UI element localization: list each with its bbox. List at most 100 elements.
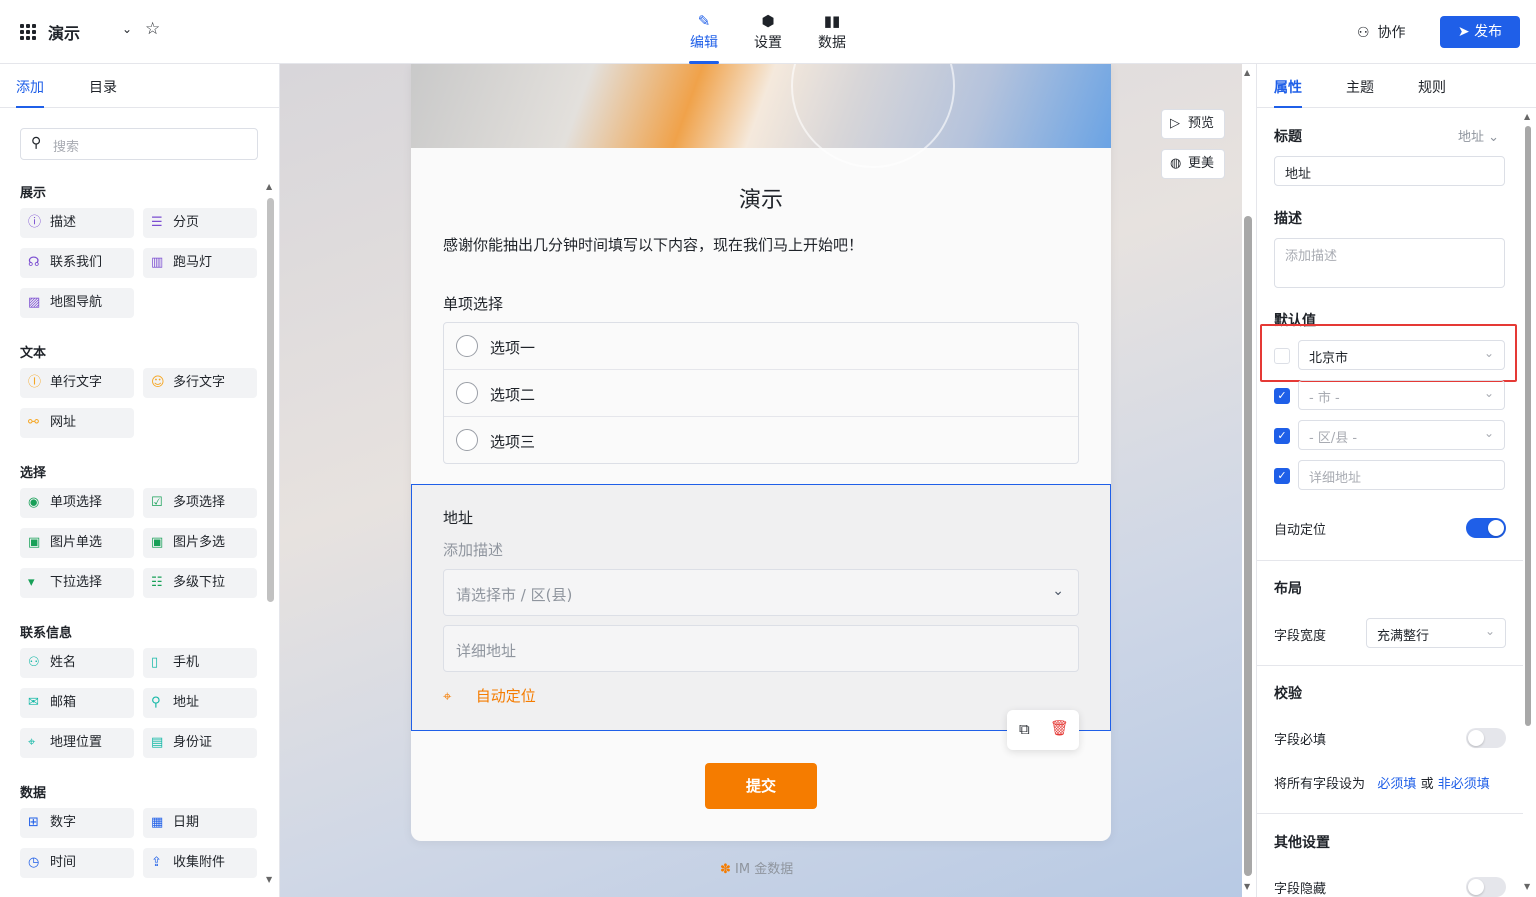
component-item[interactable]: ◉ 单项选择 (20, 488, 134, 518)
radio-option[interactable]: 选项一 (444, 323, 1078, 370)
top-bar: 演示 ⌄ ☆ ✎ 编辑 ⬢ 设置 ▮▮ 数据 ⚇ 协作 ➤ 发布 (0, 0, 1536, 64)
address-label[interactable]: 地址 (443, 507, 473, 528)
province-checkbox[interactable] (1274, 348, 1290, 364)
calendar-icon: ▦ (151, 815, 164, 830)
preview-button[interactable]: ▷ 预览 (1161, 109, 1225, 139)
tab-add[interactable]: 添加 (16, 77, 44, 108)
component-item[interactable]: ☰ 分页 (143, 208, 257, 238)
province-select[interactable]: 北京市 ⌄ (1298, 340, 1505, 370)
checkbox-icon: ☑ (151, 495, 163, 510)
address-question-selected[interactable]: 地址 添加描述 请选择市 / 区(县) ⌄ 详细地址 ⌖ 自动定位 (411, 484, 1111, 731)
field-type-select[interactable]: 地址 ⌄ (1458, 126, 1499, 145)
required-toggle[interactable] (1466, 728, 1506, 748)
tab-theme[interactable]: 主题 (1346, 77, 1374, 97)
scroll-down-arrow[interactable]: ▼ (1524, 882, 1530, 891)
component-item[interactable]: Ⓘ 单行文字 (20, 368, 134, 398)
form-description[interactable]: 感谢你能抽出几分钟时间填写以下内容，现在我们马上开始吧！ (443, 234, 863, 255)
detail-address-input[interactable]: 详细地址 (1298, 460, 1505, 490)
component-item[interactable]: ⌖ 地理位置 (20, 728, 134, 758)
question-label[interactable]: 单项选择 (443, 293, 503, 314)
radio-option[interactable]: 选项三 (444, 417, 1078, 464)
district-checkbox[interactable]: ✓ (1274, 428, 1290, 444)
mail-icon: ✉ (28, 695, 39, 710)
star-icon[interactable]: ☆ (145, 19, 160, 39)
component-item[interactable]: ⚇ 姓名 (20, 648, 134, 678)
tab-rules[interactable]: 规则 (1418, 77, 1446, 97)
component-item[interactable]: ⚲ 地址 (143, 688, 257, 718)
sidebar-scrollbar[interactable] (267, 198, 274, 602)
component-item[interactable]: ☑ 多项选择 (143, 488, 257, 518)
auto-locate-toggle[interactable] (1466, 518, 1506, 538)
scroll-down-arrow[interactable]: ▼ (1244, 882, 1250, 891)
canvas-scrollbar[interactable] (1244, 216, 1252, 876)
component-item[interactable]: ⊞ 数字 (20, 808, 134, 838)
region-select[interactable]: 请选择市 / 区(县) ⌄ (443, 569, 1079, 616)
panel-scrollbar[interactable] (1525, 126, 1531, 726)
collab-button[interactable]: ⚇ 协作 (1357, 22, 1405, 42)
footer-brand[interactable]: ✽ IM 金数据 (720, 858, 793, 877)
bar-chart-icon: ▮▮ (823, 12, 841, 30)
trash-icon[interactable]: 🗑 (1050, 719, 1069, 737)
form-banner[interactable] (411, 64, 1111, 168)
hidden-toggle[interactable] (1466, 877, 1506, 897)
component-item[interactable]: ☺ 多行文字 (143, 368, 257, 398)
scroll-up-arrow[interactable]: ▲ (266, 182, 272, 191)
city-select[interactable]: - 市 - ⌄ (1298, 380, 1505, 410)
auto-locate-button[interactable]: ⌖ 自动定位 (443, 685, 536, 706)
scroll-up-arrow[interactable]: ▲ (1524, 112, 1530, 121)
set-required-link[interactable]: 必须填 (1377, 777, 1416, 792)
phone-icon: ▯ (151, 655, 159, 670)
publish-button[interactable]: ➤ 发布 (1440, 16, 1520, 48)
component-item[interactable]: ▣ 图片多选 (143, 528, 257, 558)
tab-settings[interactable]: ⬢ 设置 (743, 10, 793, 64)
scroll-down-arrow[interactable]: ▼ (266, 875, 272, 884)
component-item[interactable]: ✉ 邮箱 (20, 688, 134, 718)
beautify-button[interactable]: ◍ 更美 (1161, 149, 1225, 179)
radio-circle[interactable] (456, 382, 478, 404)
radio-option[interactable]: 选项二 (444, 370, 1078, 417)
component-item[interactable]: ▤ 身份证 (143, 728, 257, 758)
apps-grid-icon[interactable] (20, 24, 36, 40)
radio-circle[interactable] (456, 429, 478, 451)
component-item[interactable]: ☷ 多级下拉 (143, 568, 257, 598)
component-item[interactable]: ▯ 手机 (143, 648, 257, 678)
city-checkbox[interactable]: ✓ (1274, 388, 1290, 404)
form-title[interactable]: 演示 (411, 182, 1111, 214)
tab-catalog[interactable]: 目录 (89, 77, 117, 97)
headset-icon: ☊ (28, 255, 40, 270)
description-input[interactable]: 添加描述 (1274, 238, 1505, 288)
component-item[interactable]: ▾ 下拉选择 (20, 568, 134, 598)
component-item[interactable]: ▨ 地图导航 (20, 288, 134, 318)
component-item[interactable]: ⓘ 描述 (20, 208, 134, 238)
tab-data[interactable]: ▮▮ 数据 (807, 10, 857, 64)
hidden-label: 字段隐藏 (1274, 882, 1327, 897)
detail-address-input[interactable]: 详细地址 (443, 625, 1079, 672)
cascade-icon: ☷ (151, 575, 163, 590)
title-input[interactable]: 地址 (1274, 156, 1505, 186)
component-item[interactable]: ◷ 时间 (20, 848, 134, 878)
radio-circle[interactable] (456, 335, 478, 357)
component-item[interactable]: ⇪ 收集附件 (143, 848, 257, 878)
component-item[interactable]: ▦ 日期 (143, 808, 257, 838)
detail-checkbox[interactable]: ✓ (1274, 468, 1290, 484)
component-item[interactable]: ▥ 跑马灯 (143, 248, 257, 278)
app-title[interactable]: 演示 (48, 20, 80, 44)
group-title: 展示 (20, 186, 47, 201)
tab-properties[interactable]: 属性 (1274, 77, 1302, 108)
field-width-select[interactable]: 充满整行 ⌄ (1366, 618, 1506, 648)
submit-button[interactable]: 提交 (705, 763, 817, 809)
address-description[interactable]: 添加描述 (443, 539, 503, 560)
component-item[interactable]: ▣ 图片单选 (20, 528, 134, 558)
set-optional-link[interactable]: 非必须填 (1438, 777, 1490, 792)
send-icon: ➤ (1457, 24, 1470, 40)
copy-icon[interactable]: ⧉ (1019, 720, 1030, 738)
page-break-icon: ☰ (151, 215, 163, 230)
tab-edit[interactable]: ✎ 编辑 (679, 10, 729, 64)
map-icon: ▨ (28, 295, 41, 310)
district-select[interactable]: - 区/县 - ⌄ (1298, 420, 1505, 450)
scroll-up-arrow[interactable]: ▲ (1244, 68, 1250, 77)
component-item[interactable]: ⚯ 网址 (20, 408, 134, 438)
component-item[interactable]: ☊ 联系我们 (20, 248, 134, 278)
chevron-down-icon[interactable]: ⌄ (122, 22, 132, 36)
search-input[interactable]: ⚲ 搜索 (20, 128, 258, 160)
